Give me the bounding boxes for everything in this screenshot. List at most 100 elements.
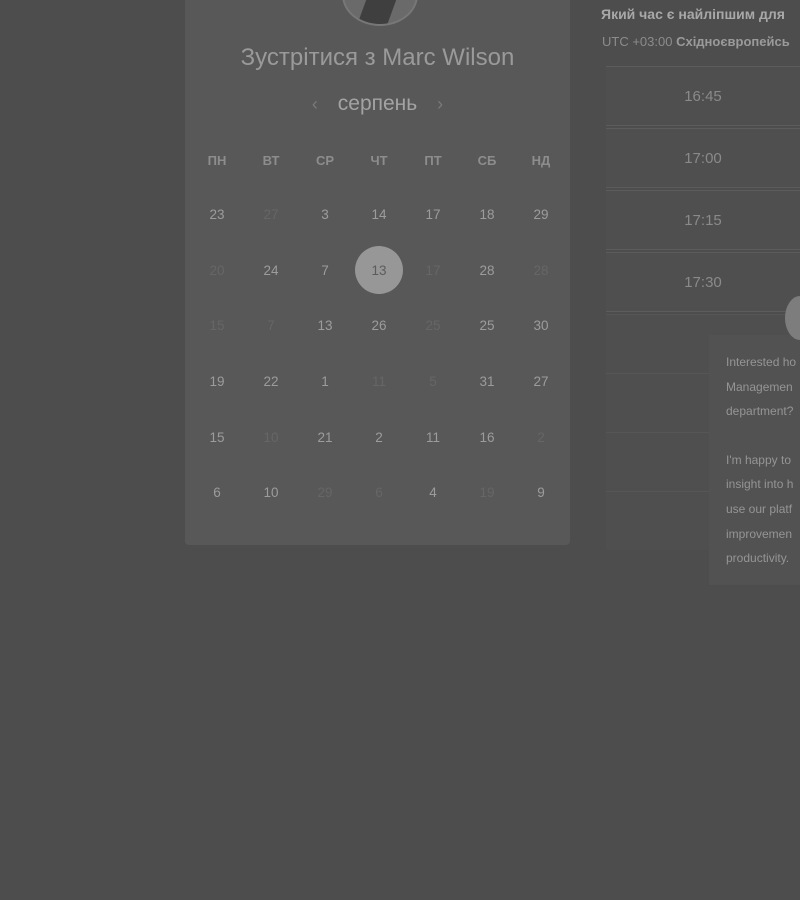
calendar-day[interactable]: 28 xyxy=(460,243,514,299)
time-heading: Який час є найліпшим для xyxy=(601,6,785,22)
chat-line: Interested ho xyxy=(726,355,797,369)
day-number: 15 xyxy=(209,318,225,334)
day-number: 29 xyxy=(533,207,549,223)
chat-line: Managemen xyxy=(726,379,793,394)
chat-line: department? xyxy=(726,404,794,419)
calendar-day[interactable]: 7 xyxy=(298,243,352,299)
timezone-offset: UTC +03:00 xyxy=(602,34,677,49)
time-slot[interactable]: 17:30 xyxy=(606,252,800,312)
day-number: 28 xyxy=(479,262,495,278)
chevron-left-icon[interactable]: ‹ xyxy=(302,94,328,115)
calendar-day: 28 xyxy=(514,243,568,299)
calendar-day: 20 xyxy=(190,243,244,299)
calendar-day: 25 xyxy=(406,298,460,354)
day-number: 17 xyxy=(425,262,441,278)
calendar-day: 29 xyxy=(298,465,352,521)
day-number: 11 xyxy=(371,374,386,390)
day-number: 10 xyxy=(263,429,279,445)
weekday-header: НД xyxy=(531,153,551,168)
day-number: 5 xyxy=(429,374,437,390)
day-number: 2 xyxy=(537,429,545,445)
weekday-header: ЧТ xyxy=(370,153,388,168)
time-slot[interactable]: 17:15 xyxy=(606,190,800,250)
chevron-right-icon[interactable]: › xyxy=(427,94,453,115)
weekday-header: ВТ xyxy=(262,153,280,168)
timezone-name: Східноєвропейсь xyxy=(676,34,790,49)
day-number: 25 xyxy=(479,318,495,334)
page-title: Зустрітися з Marc Wilson xyxy=(240,44,515,71)
day-number: 10 xyxy=(263,485,279,501)
day-number: 17 xyxy=(425,207,441,223)
day-number: 1 xyxy=(321,374,329,390)
day-number: 29 xyxy=(317,485,333,501)
calendar-day: 17 xyxy=(406,243,460,299)
day-number: 14 xyxy=(371,207,387,223)
day-number: 11 xyxy=(425,429,440,445)
calendar-day[interactable]: 11 xyxy=(406,409,460,465)
day-number: 4 xyxy=(429,485,437,501)
day-number: 20 xyxy=(209,262,225,278)
calendar-day[interactable]: 15 xyxy=(190,409,244,465)
calendar-day[interactable]: 18 xyxy=(460,187,514,243)
day-number: 15 xyxy=(209,429,225,445)
calendar-day: 5 xyxy=(406,354,460,410)
calendar-day[interactable]: 24 xyxy=(244,243,298,299)
month-label: серпень xyxy=(337,92,418,115)
chat-line: productivity. xyxy=(726,551,790,566)
calendar-day[interactable]: 25 xyxy=(460,298,514,354)
calendar-day[interactable]: 9 xyxy=(514,465,568,521)
calendar-day[interactable]: 22 xyxy=(244,354,298,410)
day-number: 26 xyxy=(371,318,387,334)
day-number: 23 xyxy=(209,207,225,223)
day-number: 6 xyxy=(213,485,221,501)
calendar-day: 7 xyxy=(244,298,298,354)
calendar-day: 27 xyxy=(244,187,298,243)
calendar-day[interactable]: 21 xyxy=(298,409,352,465)
calendar-grid: ПН ВТ СР ЧТ ПТ СБ НД 23 27 3 14 17 18 29 20 24 7 13 17 28 28… xyxy=(190,135,568,521)
day-number: 18 xyxy=(479,207,495,223)
chat-line: insight into h xyxy=(726,477,794,492)
weekday-header: СР xyxy=(315,153,335,168)
day-number: 24 xyxy=(263,262,279,278)
day-number: 31 xyxy=(479,374,495,390)
calendar-day[interactable]: 31 xyxy=(460,354,514,410)
calendar-day[interactable]: 3 xyxy=(298,187,352,243)
calendar-day[interactable]: 17 xyxy=(406,187,460,243)
time-slot[interactable]: 16:45 xyxy=(606,66,800,126)
day-number: 6 xyxy=(375,485,383,501)
chat-line: improvemen xyxy=(726,526,793,541)
calendar-day[interactable]: 16 xyxy=(460,409,514,465)
day-number: 21 xyxy=(317,429,333,445)
calendar-day[interactable]: 6 xyxy=(190,465,244,521)
chat-line: I'm happy to xyxy=(726,452,791,467)
day-number: 25 xyxy=(425,318,441,334)
day-number: 27 xyxy=(533,374,549,390)
calendar-day[interactable]: 26 xyxy=(352,298,406,354)
calendar-day[interactable]: 10 xyxy=(244,465,298,521)
calendar-day[interactable]: 14 xyxy=(352,187,406,243)
chat-line: use our platf xyxy=(726,501,793,516)
time-slot[interactable]: 17:00 xyxy=(606,128,800,188)
day-number: 7 xyxy=(267,318,275,334)
calendar-day[interactable]: 4 xyxy=(406,465,460,521)
day-number: 2 xyxy=(375,429,383,445)
calendar-day[interactable]: 23 xyxy=(190,187,244,243)
calendar-day[interactable]: 1 xyxy=(298,354,352,410)
calendar-day[interactable]: 27 xyxy=(514,354,568,410)
calendar-day-selected[interactable]: 13 xyxy=(352,243,406,299)
calendar-day[interactable]: 19 xyxy=(190,354,244,410)
day-number: 7 xyxy=(321,262,329,278)
day-number: 9 xyxy=(537,485,545,501)
calendar-day[interactable]: 2 xyxy=(352,409,406,465)
calendar-day[interactable]: 30 xyxy=(514,298,568,354)
day-number: 22 xyxy=(263,374,279,390)
calendar-day[interactable]: 29 xyxy=(514,187,568,243)
calendar-day[interactable]: 13 xyxy=(298,298,352,354)
chat-message: Interested ho Managemen department? I'm hap… xyxy=(726,350,800,595)
calendar-day: 19 xyxy=(460,465,514,521)
day-number: 13 xyxy=(355,246,403,295)
avatar-figure xyxy=(356,0,402,24)
timezone-label[interactable]: UTC +03:00 Східноєвропейсь xyxy=(602,34,790,49)
day-number: 28 xyxy=(533,262,549,278)
weekday-header: СБ xyxy=(477,153,497,168)
